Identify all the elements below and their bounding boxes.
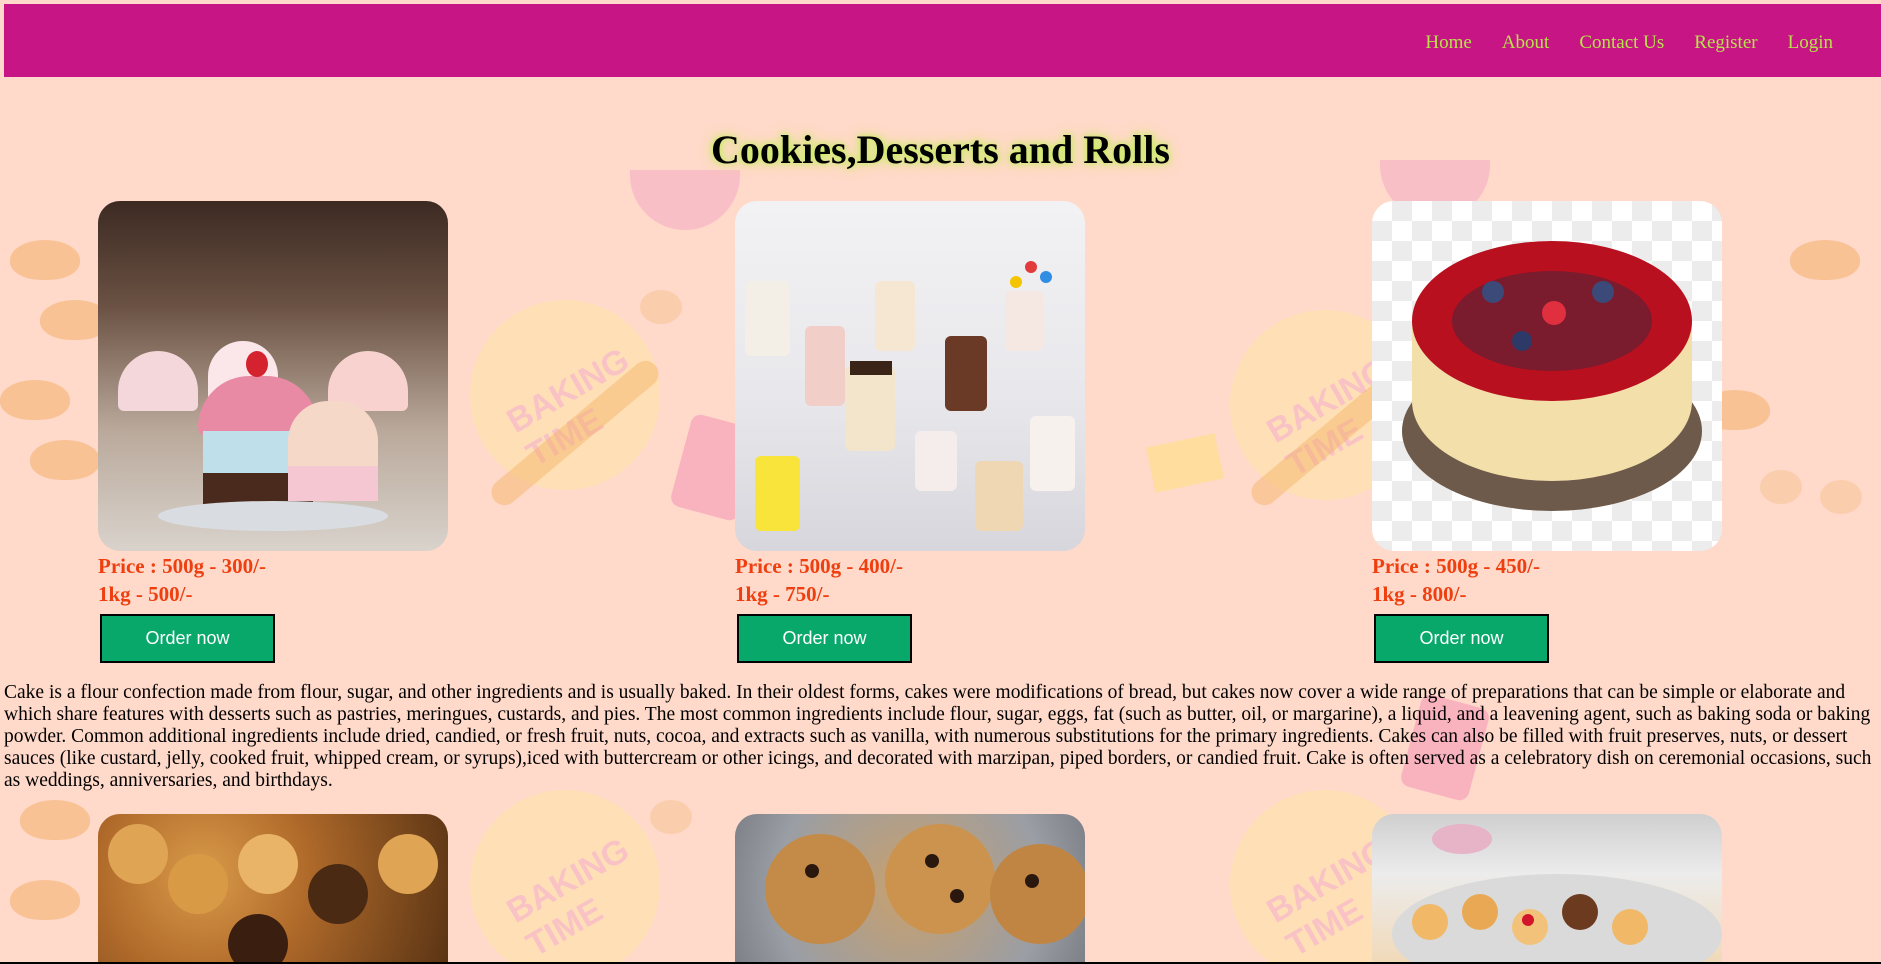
berry-cheesecake-photo [1372, 201, 1722, 551]
nav-link-contact-us[interactable]: Contact Us [1579, 32, 1664, 54]
biscuits-photo [98, 814, 448, 964]
price-line: 1kg - 750/- [735, 582, 830, 606]
order-now-button[interactable]: Order now [737, 614, 912, 663]
assorted-cakes-photo [735, 201, 1085, 551]
nav-link-about[interactable]: About [1502, 32, 1550, 54]
page-title: Cookies,Desserts and Rolls [711, 127, 1170, 172]
chocolate-chip-cookies-photo [735, 814, 1085, 964]
price-line: 1kg - 800/- [1372, 582, 1467, 606]
price-line: Price : 500g - 400/- [735, 554, 903, 578]
product-card: Price : 500g - 450/- 1kg - 800/- Order n… [1372, 201, 1722, 663]
nav-link-login[interactable]: Login [1788, 32, 1833, 54]
top-navbar: Home About Contact Us Register Login [4, 4, 1881, 77]
order-now-button[interactable]: Order now [1374, 614, 1549, 663]
price-line: 1kg - 500/- [98, 582, 193, 606]
cake-description: Cake is a flour confection made from flo… [4, 682, 1872, 791]
cupcakes-photo [98, 201, 448, 551]
price-line: Price : 500g - 450/- [1372, 554, 1540, 578]
nav-link-home[interactable]: Home [1425, 32, 1471, 54]
price-line: Price : 500g - 300/- [98, 554, 266, 578]
product-card: Price : 500g - 400/- 1kg - 750/- Order n… [735, 201, 1085, 663]
nav-links: Home About Contact Us Register Login [1425, 32, 1833, 54]
product-card: Price : 500g - 300/- 1kg - 500/- Order n… [98, 201, 448, 663]
nav-link-register[interactable]: Register [1694, 32, 1757, 54]
order-now-button[interactable]: Order now [100, 614, 275, 663]
assorted-cookies-photo [1372, 814, 1722, 964]
